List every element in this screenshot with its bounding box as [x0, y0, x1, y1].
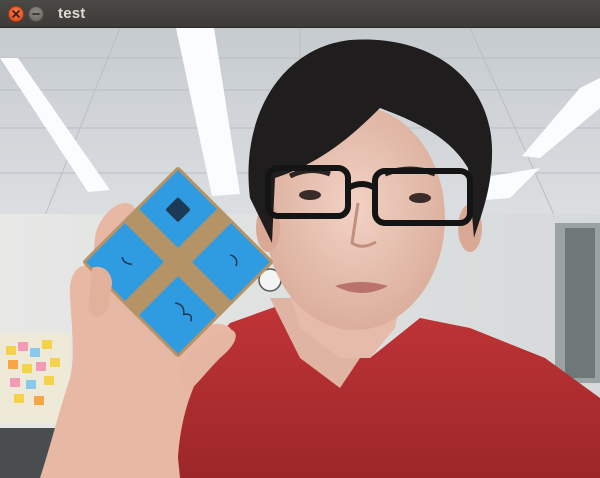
camera-frame — [0, 28, 600, 478]
camera-feed — [0, 28, 600, 478]
minimize-button[interactable] — [28, 5, 44, 22]
close-button[interactable] — [8, 5, 24, 22]
close-icon — [12, 9, 20, 18]
window-titlebar[interactable]: test — [0, 0, 600, 28]
window-title: test — [58, 5, 86, 22]
sticky-notes — [0, 333, 70, 423]
app-window: test — [0, 0, 600, 478]
minimize-icon — [32, 10, 40, 18]
